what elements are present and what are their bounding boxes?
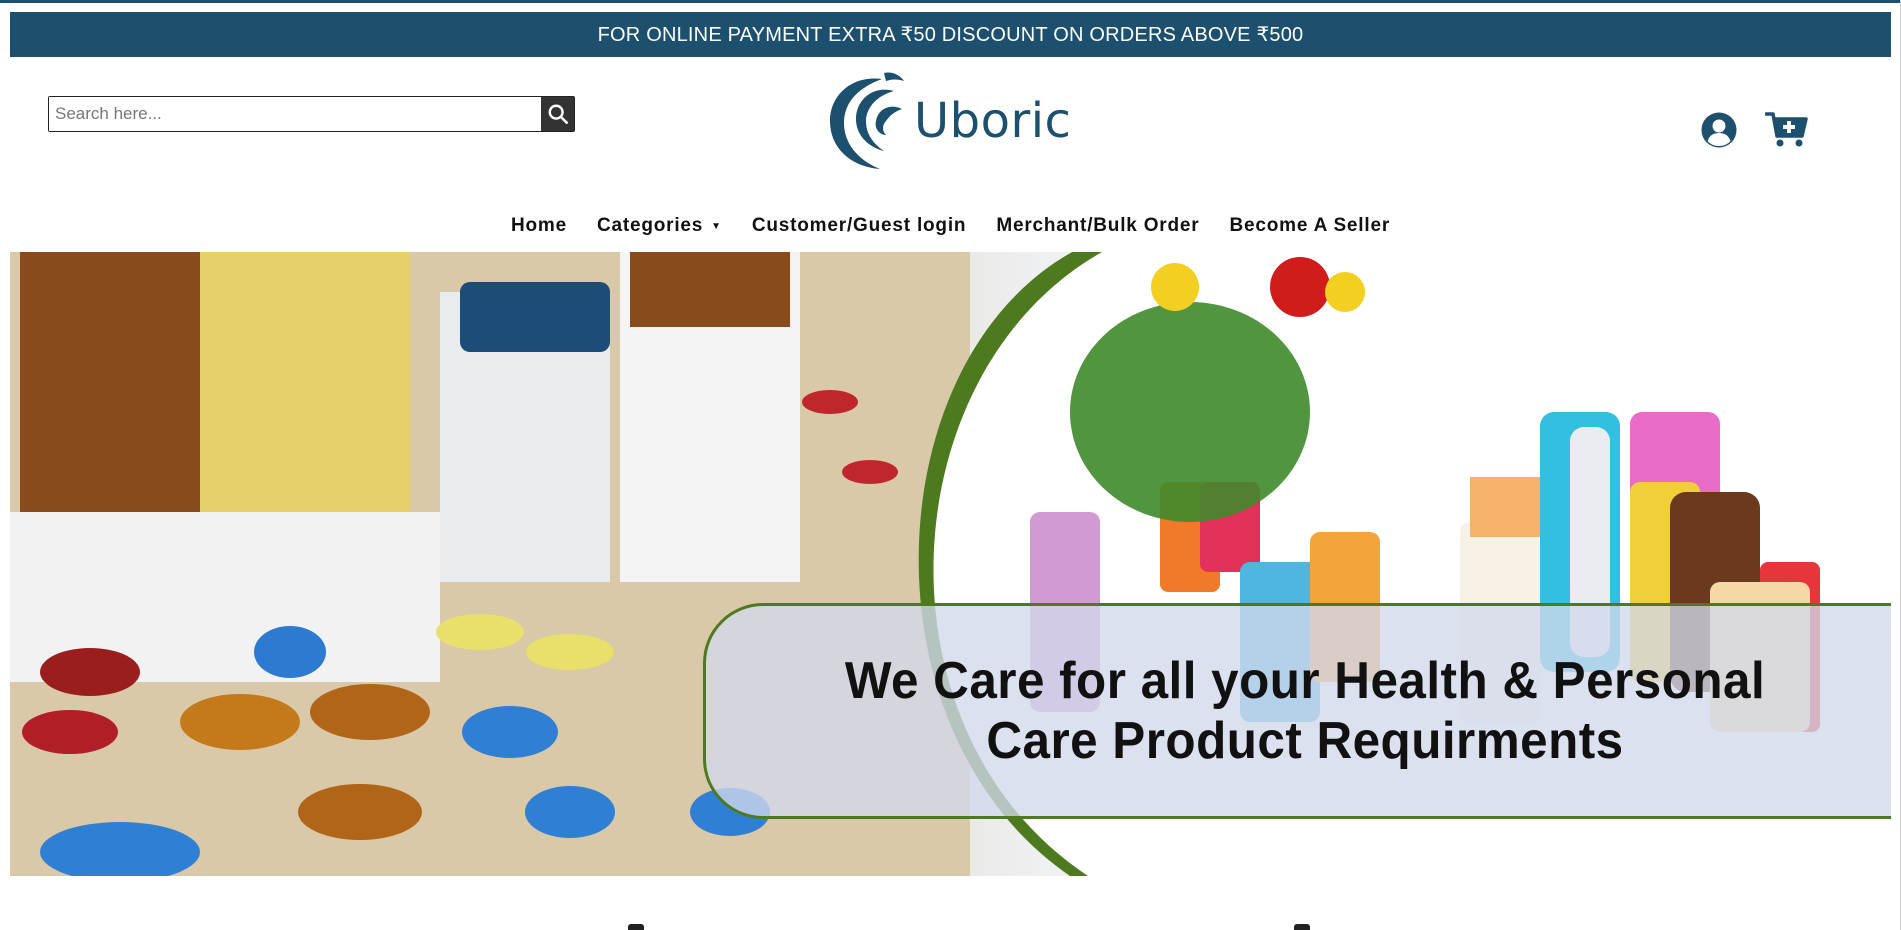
- nav-customer-login[interactable]: Customer/Guest login: [737, 215, 981, 237]
- caret-down-icon: ▼: [711, 220, 722, 232]
- cart-button[interactable]: [1764, 111, 1809, 149]
- nav-home[interactable]: Home: [496, 215, 582, 237]
- nav-categories-label: Categories: [596, 215, 704, 236]
- heading-fragment: [628, 924, 644, 930]
- main-nav: Home Categories ▼ Customer/Guest login M…: [0, 210, 1901, 242]
- hero-caption-box: We Care for all your Health & Personal C…: [703, 603, 1891, 819]
- nav-merchant-bulk-order[interactable]: Merchant/Bulk Order: [981, 215, 1214, 237]
- nav-merchant-label: Merchant/Bulk Order: [996, 215, 1200, 236]
- nav-customer-login-label: Customer/Guest login: [751, 215, 967, 236]
- account-button[interactable]: [1700, 111, 1738, 149]
- yellow-liquid-bottle: [200, 252, 410, 542]
- hero-banner[interactable]: We Care for all your Health & Personal C…: [10, 252, 1891, 876]
- cart-plus-icon: [1764, 112, 1808, 147]
- announcement-bar: FOR ONLINE PAYMENT EXTRA ₹50 DISCOUNT ON…: [10, 12, 1891, 57]
- hero-caption-text: We Care for all your Health & Personal C…: [844, 652, 1765, 770]
- nav-seller-label: Become A Seller: [1229, 215, 1391, 236]
- search-input[interactable]: [49, 97, 541, 131]
- next-section-peek: [0, 880, 1901, 930]
- amber-bottle-top: [630, 252, 790, 327]
- top-accent-line: [0, 0, 1901, 3]
- search-button[interactable]: [541, 97, 574, 131]
- nav-home-label: Home: [510, 215, 567, 236]
- amber-bottle: [20, 252, 200, 512]
- logo-text: Uboric: [914, 93, 1072, 149]
- announcement-text: FOR ONLINE PAYMENT EXTRA ₹50 DISCOUNT ON…: [597, 24, 1304, 46]
- heading-fragment: [1294, 924, 1310, 930]
- site-logo[interactable]: Uboric: [822, 68, 1072, 174]
- swirl-logo-icon: [830, 72, 904, 169]
- nav-become-seller[interactable]: Become A Seller: [1214, 215, 1405, 237]
- nav-categories[interactable]: Categories ▼: [582, 215, 737, 237]
- search-icon: [548, 104, 568, 124]
- user-circle-icon: [1701, 112, 1737, 148]
- blue-bottle-cap: [460, 282, 610, 352]
- search-box: [48, 96, 575, 132]
